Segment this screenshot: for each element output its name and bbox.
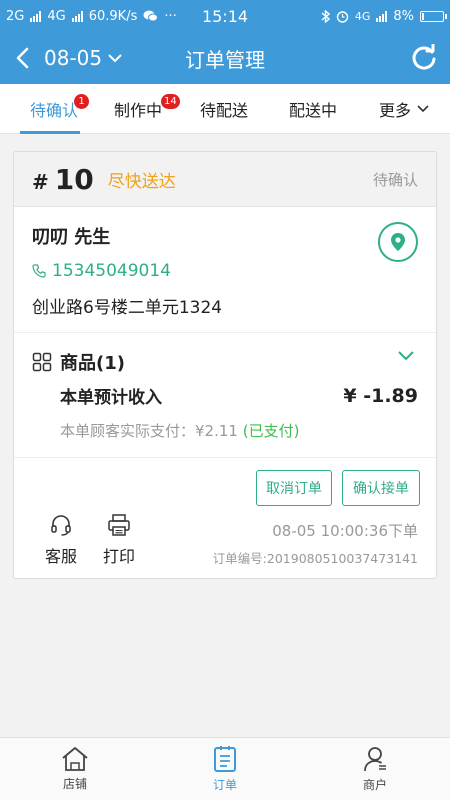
signal-icon-2: [71, 10, 83, 22]
tab-label: 更多: [378, 100, 411, 120]
confirm-order-button[interactable]: 确认接单: [342, 470, 420, 506]
print-button[interactable]: 打印: [94, 513, 144, 567]
network-4g-right: 4G: [354, 9, 371, 23]
chevron-down-icon: [108, 53, 122, 62]
network-speed: 60.9K/s: [88, 8, 138, 24]
tab-in-production[interactable]: 制作中 14: [108, 84, 180, 134]
refresh-icon: [412, 44, 436, 70]
estimated-income-row: 本单预计收入 ¥ -1.89: [60, 383, 418, 409]
status-bar: 2G 4G 60.9K/s ··· 15:14 4G 8%: [0, 0, 450, 32]
battery-fill: [422, 12, 424, 20]
phone-icon: [32, 264, 46, 278]
tab-badge: 14: [161, 93, 180, 109]
grid-icon: [32, 352, 52, 372]
printer-icon: [108, 514, 130, 536]
status-right: 4G 8%: [321, 8, 447, 24]
expand-chevron-icon[interactable]: [398, 351, 414, 361]
tab-label: 待确认: [29, 100, 78, 120]
home-icon: [62, 747, 88, 771]
date-selector[interactable]: 08-05: [44, 46, 122, 70]
signal-icon-3: [376, 10, 388, 22]
tab-label: 待配送: [199, 100, 248, 120]
order-actions: 取消订单 确认接单 客服 打印 08-05 10:00:36下单 订单编号:20…: [14, 458, 436, 578]
paid-status: (已支付): [242, 422, 300, 440]
order-id: 订单编号:2019080510037473141: [212, 551, 418, 566]
tab-label: 配送中: [288, 100, 337, 120]
nav-orders[interactable]: 订单: [150, 738, 300, 800]
tab-more[interactable]: 更多: [375, 84, 433, 134]
customer-service-button[interactable]: 客服: [36, 513, 86, 567]
title-bar: 08-05 订单管理: [0, 32, 450, 84]
customer-phone[interactable]: 15345049014: [32, 261, 418, 281]
refresh-button[interactable]: [408, 42, 440, 74]
date-label: 08-05: [44, 46, 103, 70]
nav-label: 店铺: [62, 777, 87, 791]
tab-label: 制作中: [113, 100, 162, 120]
phone-number: 15345049014: [52, 261, 171, 281]
order-number: # 10: [32, 163, 94, 196]
order-card: # 10 尽快送达 待确认 叨叨 先生 15345049014 创业路6号楼二单…: [13, 151, 437, 579]
chevron-down-icon: [417, 104, 429, 112]
order-list-icon: [214, 746, 236, 772]
goods-section: 商品(1) 本单预计收入 ¥ -1.89 本单顾客实际支付：¥2.11 (已支付…: [14, 333, 436, 458]
wechat-icon: [143, 10, 159, 22]
nav-label: 商户: [362, 778, 387, 792]
nav-store[interactable]: 店铺: [0, 738, 150, 800]
goods-header[interactable]: 商品(1): [32, 349, 418, 375]
back-arrow-icon: [16, 47, 29, 69]
status-left: 2G 4G 60.9K/s ···: [6, 9, 186, 24]
order-card-header: # 10 尽快送达 待确认: [14, 152, 436, 207]
service-label: 客服: [44, 547, 77, 566]
signal-icon: [30, 10, 42, 22]
nav-merchant[interactable]: 商户: [300, 738, 450, 800]
battery-percent: 8%: [393, 8, 414, 24]
back-button[interactable]: [0, 32, 44, 84]
alarm-icon: [336, 10, 349, 23]
print-label: 打印: [102, 547, 135, 566]
nav-label: 订单: [212, 778, 237, 792]
customer-paid-row: 本单顾客实际支付：¥2.11 (已支付): [60, 420, 418, 441]
order-number-value: 10: [54, 162, 94, 196]
more-dots-icon: ···: [164, 8, 177, 24]
merchant-icon: [364, 747, 386, 772]
tab-badge: 1: [74, 93, 89, 109]
order-hash: #: [32, 169, 49, 194]
location-pin-icon: [391, 233, 405, 251]
cancel-order-button[interactable]: 取消订单: [256, 470, 332, 506]
tab-pending-delivery[interactable]: 待配送: [196, 84, 252, 134]
paid-amount: 本单顾客实际支付：¥2.11: [60, 422, 238, 440]
income-amount: ¥ -1.89: [343, 384, 418, 407]
order-status: 待确认: [372, 170, 418, 189]
income-label: 本单预计收入: [60, 388, 162, 408]
goods-title: 商品(1): [60, 353, 125, 374]
battery-icon: [420, 10, 447, 22]
customer-section: 叨叨 先生 15345049014 创业路6号楼二单元1324: [14, 207, 436, 333]
customer-address: 创业路6号楼二单元1324: [32, 298, 223, 318]
bottom-nav: 店铺 订单 商户: [0, 737, 450, 800]
status-tabs: 待确认 1 制作中 14 待配送 配送中 更多: [0, 84, 450, 134]
headset-icon: [51, 515, 71, 536]
network-2g: 2G: [6, 8, 25, 24]
tab-pending-confirm[interactable]: 待确认 1: [18, 84, 90, 134]
order-time: 08-05 10:00:36下单: [272, 522, 418, 540]
bluetooth-icon: [321, 9, 330, 23]
network-4g: 4G: [47, 8, 66, 24]
delivery-time-tag: 尽快送达: [107, 171, 176, 192]
location-button[interactable]: [378, 222, 418, 262]
customer-name: 叨叨 先生: [32, 227, 111, 248]
tab-delivering[interactable]: 配送中: [285, 84, 341, 134]
